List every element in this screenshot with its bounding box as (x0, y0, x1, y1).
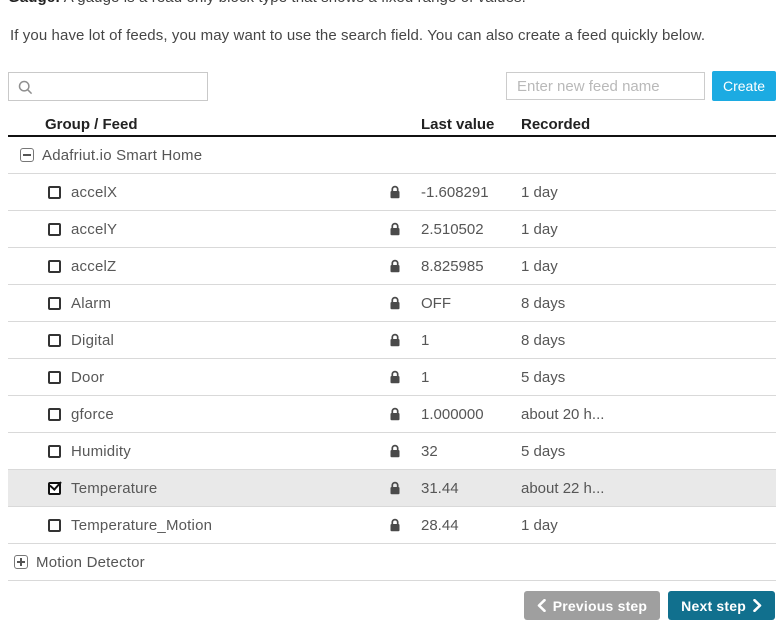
feed-name: Door (71, 369, 104, 386)
feeds-hint-text: If you have lot of feeds, you may want t… (10, 27, 776, 44)
feed-last-value: 2.510502 (413, 221, 510, 238)
feed-last-value: 1 (413, 332, 510, 349)
collapse-group-icon[interactable] (20, 148, 34, 162)
feed-last-value: 8.825985 (413, 258, 510, 275)
feed-checkbox[interactable] (48, 408, 61, 421)
feed-name: Digital (71, 332, 114, 349)
feed-last-value: 1.000000 (413, 406, 510, 423)
lock-icon (389, 481, 401, 495)
feed-recorded: 1 day (510, 258, 776, 275)
toolbar: Create (8, 71, 776, 101)
group-label: Adafriut.io Smart Home (42, 147, 202, 164)
feed-checkbox[interactable] (48, 445, 61, 458)
group-label: Motion Detector (36, 554, 145, 571)
new-feed-name-input[interactable] (506, 72, 705, 100)
feed-name: accelZ (71, 258, 116, 275)
feed-name: accelY (71, 221, 117, 238)
feed-recorded: 5 days (510, 369, 776, 386)
feed-last-value: OFF (413, 295, 510, 312)
feed-checkbox[interactable] (48, 260, 61, 273)
lock-icon (389, 333, 401, 347)
group-row-motion-detector[interactable]: Motion Detector (8, 544, 776, 581)
search-input[interactable] (9, 73, 207, 100)
lock-icon (389, 407, 401, 421)
previous-step-label: Previous step (553, 598, 647, 614)
feed-row[interactable]: Humidity 32 5 days (8, 433, 776, 470)
feed-picker-page: Gauge: A gauge is a read only block type… (0, 0, 784, 620)
feed-name: accelX (71, 184, 117, 201)
lock-icon (389, 518, 401, 532)
feed-checkbox-checked[interactable] (48, 482, 61, 495)
feed-row[interactable]: gforce 1.000000 about 20 h... (8, 396, 776, 433)
previous-step-button[interactable]: Previous step (524, 591, 660, 620)
feed-recorded: 8 days (510, 295, 776, 312)
expand-group-icon[interactable] (14, 555, 28, 569)
feed-checkbox[interactable] (48, 334, 61, 347)
gauge-description: A gauge is a read only block type that s… (60, 0, 526, 6)
search-box (8, 72, 208, 101)
lock-icon (389, 222, 401, 236)
feed-recorded: about 22 h... (510, 480, 776, 497)
feed-recorded: 1 day (510, 517, 776, 534)
feed-row-selected[interactable]: Temperature 31.44 about 22 h... (8, 470, 776, 507)
column-header-recorded: Recorded (510, 116, 776, 133)
feed-recorded: 1 day (510, 221, 776, 238)
feed-recorded: 8 days (510, 332, 776, 349)
group-row-smart-home[interactable]: Adafriut.io Smart Home (8, 137, 776, 174)
feed-recorded: 1 day (510, 184, 776, 201)
chevron-right-icon (753, 599, 762, 612)
gauge-description-text: Gauge: A gauge is a read only block type… (8, 0, 776, 10)
column-header-group-feed: Group / Feed (8, 116, 381, 133)
feed-checkbox[interactable] (48, 186, 61, 199)
next-step-button[interactable]: Next step (668, 591, 775, 620)
lock-icon (389, 370, 401, 384)
feeds-table: Group / Feed Last value Recorded Adafriu… (8, 113, 776, 581)
next-step-label: Next step (681, 598, 746, 614)
feed-name: Temperature (71, 480, 157, 497)
feed-row[interactable]: accelZ 8.825985 1 day (8, 248, 776, 285)
chevron-left-icon (537, 599, 546, 612)
feed-last-value: -1.608291 (413, 184, 510, 201)
lock-icon (389, 185, 401, 199)
feed-name: Alarm (71, 295, 111, 312)
feed-name: Temperature_Motion (71, 517, 212, 534)
feed-row[interactable]: Temperature_Motion 28.44 1 day (8, 507, 776, 544)
feed-checkbox[interactable] (48, 371, 61, 384)
create-feed-button[interactable]: Create (712, 71, 776, 101)
feed-row[interactable]: accelX -1.608291 1 day (8, 174, 776, 211)
feed-name: gforce (71, 406, 114, 423)
feed-checkbox[interactable] (48, 223, 61, 236)
feed-last-value: 31.44 (413, 480, 510, 497)
feed-checkbox[interactable] (48, 519, 61, 532)
feed-recorded: about 20 h... (510, 406, 776, 423)
lock-icon (389, 296, 401, 310)
gauge-term: Gauge: (8, 0, 60, 6)
feed-name: Humidity (71, 443, 131, 460)
feed-row[interactable]: Door 1 5 days (8, 359, 776, 396)
feed-recorded: 5 days (510, 443, 776, 460)
lock-icon (389, 444, 401, 458)
feed-row[interactable]: Alarm OFF 8 days (8, 285, 776, 322)
feed-last-value: 28.44 (413, 517, 510, 534)
feed-row[interactable]: Digital 1 8 days (8, 322, 776, 359)
search-icon (18, 80, 33, 95)
lock-icon (389, 259, 401, 273)
table-header: Group / Feed Last value Recorded (8, 113, 776, 137)
feed-checkbox[interactable] (48, 297, 61, 310)
wizard-footer: Previous step Next step (8, 591, 776, 620)
column-header-last-value: Last value (413, 116, 510, 133)
feed-last-value: 32 (413, 443, 510, 460)
feed-last-value: 1 (413, 369, 510, 386)
feed-row[interactable]: accelY 2.510502 1 day (8, 211, 776, 248)
